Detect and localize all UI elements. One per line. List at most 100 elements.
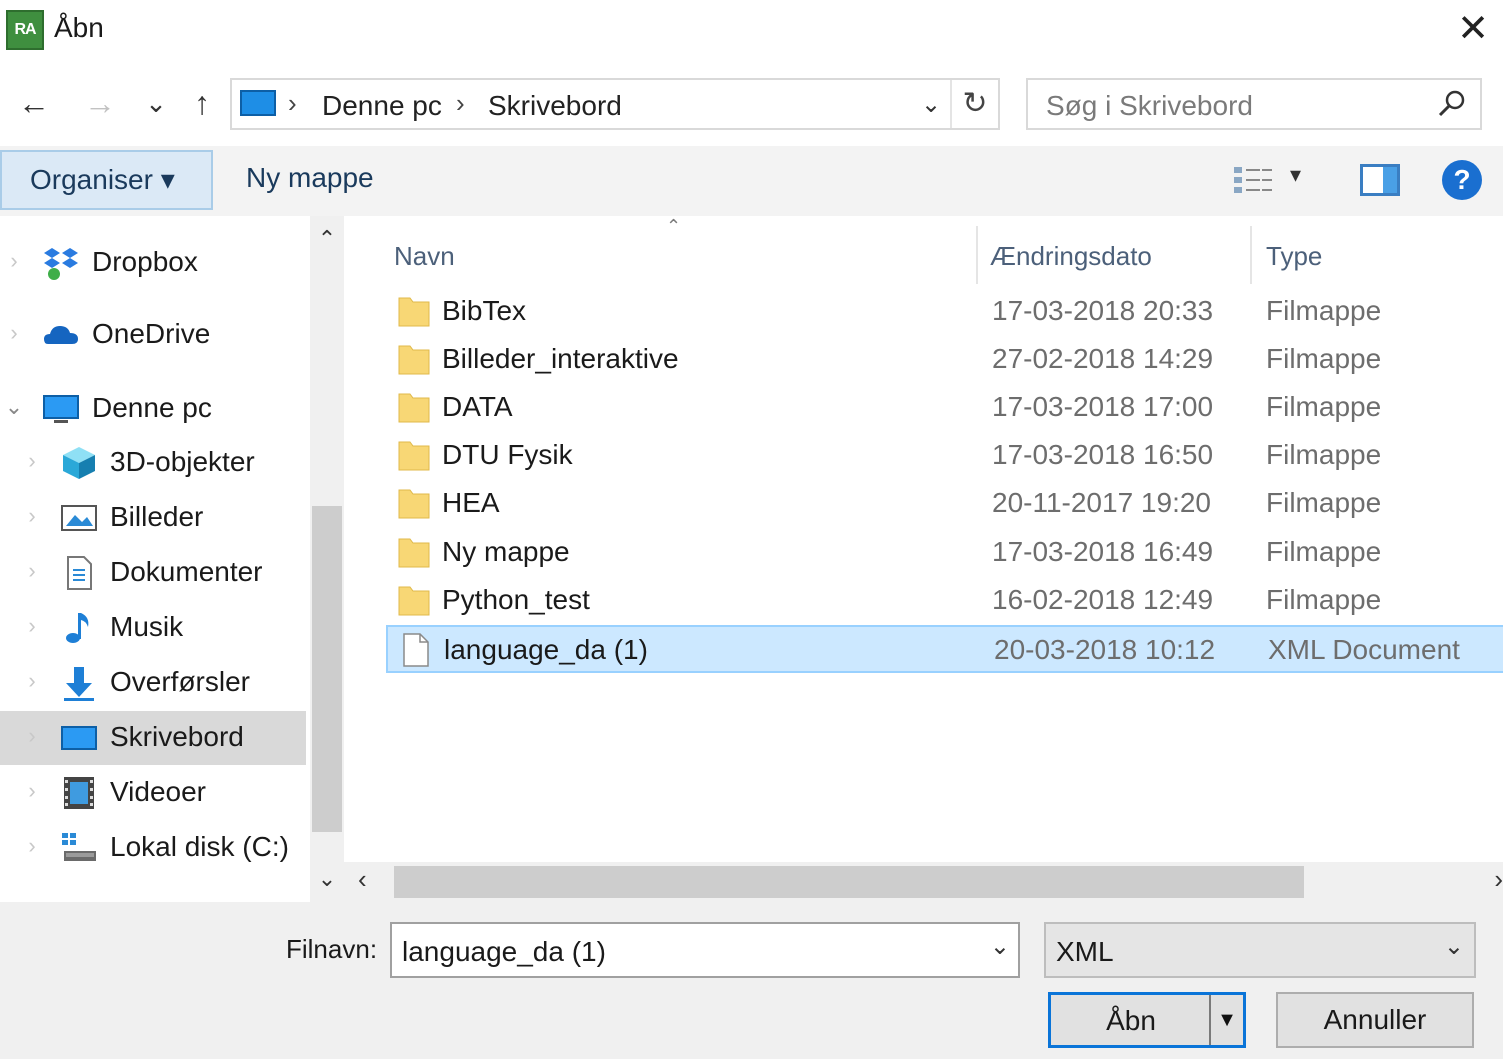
sidebar-item-videos[interactable]: › Videoer xyxy=(0,766,306,820)
new-folder-button[interactable]: Ny mappe xyxy=(246,162,374,194)
dropbox-icon xyxy=(44,248,78,280)
recent-locations-button[interactable]: ⌄ xyxy=(136,80,176,128)
file-type: Filmappe xyxy=(1266,295,1382,326)
close-button[interactable]: ✕ xyxy=(1443,0,1503,60)
sidebar-item-local-disk[interactable]: › Lokal disk (C:) xyxy=(0,821,306,875)
organise-button[interactable]: Organiser ▾ xyxy=(0,150,213,210)
sidebar-item-onedrive[interactable]: › OneDrive xyxy=(0,308,306,362)
file-row-data[interactable]: DATA 17-03-2018 17:00 Filmappe xyxy=(386,384,1503,432)
open-options-dropdown-icon[interactable]: ▼ xyxy=(1209,995,1243,1045)
folder-icon xyxy=(398,393,430,423)
command-bar: Organiser ▾ Ny mappe ▾ ? xyxy=(0,146,1503,216)
file-type: Filmappe xyxy=(1266,536,1382,567)
chevron-right-icon[interactable]: › xyxy=(22,833,42,859)
sidebar-item-label: 3D-objekter xyxy=(110,446,255,477)
file-row-python-test[interactable]: Python_test 16-02-2018 12:49 Filmappe xyxy=(386,577,1503,625)
preview-pane-icon[interactable] xyxy=(1360,164,1400,196)
breadcrumb-separator: › xyxy=(456,88,465,118)
chevron-right-icon[interactable]: › xyxy=(22,558,42,584)
documents-icon xyxy=(67,556,92,590)
chevron-right-icon[interactable]: › xyxy=(22,778,42,804)
folder-icon xyxy=(398,538,430,568)
scrollbar-thumb[interactable] xyxy=(312,506,342,832)
filename-label: Filnavn: xyxy=(286,934,378,964)
sidebar-item-dropbox[interactable]: › Dropbox xyxy=(0,236,306,290)
column-divider[interactable] xyxy=(976,226,978,284)
chevron-right-icon[interactable]: › xyxy=(22,723,42,749)
onedrive-icon xyxy=(44,326,78,344)
sidebar-item-pictures[interactable]: › Billeder xyxy=(0,491,306,545)
sidebar-item-desktop[interactable]: › Skrivebord xyxy=(0,711,306,765)
address-bar[interactable]: › Denne pc › Skrivebord ⌄ ↻ xyxy=(230,78,1000,130)
sidebar-item-label: Videoer xyxy=(110,776,207,807)
file-row-language-da[interactable]: language_da (1) 20-03-2018 10:12 XML Doc… xyxy=(386,625,1503,673)
scrollbar-thumb[interactable] xyxy=(394,866,1304,898)
filetype-select[interactable]: XML ⌄ xyxy=(1044,922,1476,978)
sidebar-item-downloads[interactable]: › Overførsler xyxy=(0,656,306,710)
chevron-right-icon[interactable]: › xyxy=(22,668,42,694)
file-type: Filmappe xyxy=(1266,487,1382,518)
view-dropdown-icon[interactable]: ▾ xyxy=(1290,162,1301,188)
chevron-right-icon[interactable]: › xyxy=(22,503,42,529)
app-icon: RA xyxy=(6,10,44,50)
file-row-ny-mappe[interactable]: Ny mappe 17-03-2018 16:49 Filmappe xyxy=(386,529,1503,577)
forward-button[interactable]: → xyxy=(80,80,120,128)
column-header-type[interactable]: Type xyxy=(1266,228,1322,284)
dialog-footer: Filnavn: language_da (1) ⌄ XML ⌄ Åbn ▼ A… xyxy=(0,902,1503,1059)
sidebar-item-label: Dropbox xyxy=(92,246,198,277)
up-button[interactable]: ↑ xyxy=(182,80,222,128)
videos-icon xyxy=(64,777,94,809)
back-button[interactable]: ← xyxy=(14,80,54,128)
chevron-right-icon[interactable]: › xyxy=(4,248,24,274)
view-options-icon[interactable] xyxy=(1232,164,1276,196)
file-row-dtu-fysik[interactable]: DTU Fysik 17-03-2018 16:50 Filmappe xyxy=(386,432,1503,480)
open-button[interactable]: Åbn ▼ xyxy=(1048,992,1246,1048)
address-dropdown-icon[interactable]: ⌄ xyxy=(914,86,948,124)
scroll-left-icon[interactable]: ‹ xyxy=(358,864,367,895)
breadcrumb-desktop[interactable]: Skrivebord xyxy=(488,90,622,122)
search-input[interactable]: Søg i Skrivebord xyxy=(1026,78,1482,130)
chevron-right-icon[interactable]: › xyxy=(22,613,42,639)
filename-input[interactable]: language_da (1) ⌄ xyxy=(390,922,1020,978)
sidebar-item-music[interactable]: › Musik xyxy=(0,601,306,655)
search-icon[interactable] xyxy=(1434,86,1470,122)
scroll-right-icon[interactable]: › xyxy=(1494,864,1503,895)
open-button-label: Åbn xyxy=(1106,1005,1156,1036)
sidebar-item-3d-objects[interactable]: › 3D-objekter xyxy=(0,436,306,490)
refresh-button[interactable]: ↻ xyxy=(950,80,998,128)
help-icon[interactable]: ? xyxy=(1442,160,1482,200)
sidebar-item-label: Denne pc xyxy=(92,392,212,423)
computer-icon xyxy=(240,90,276,116)
column-divider[interactable] xyxy=(1250,226,1252,284)
chevron-down-icon[interactable]: ⌄ xyxy=(1444,932,1464,961)
sidebar-item-label: Dokumenter xyxy=(110,556,263,587)
file-list-horizontal-scrollbar[interactable]: ‹ › xyxy=(344,862,1503,902)
file-row-bibtex[interactable]: BibTex 17-03-2018 20:33 Filmappe xyxy=(386,288,1503,336)
file-name: HEA xyxy=(442,487,500,518)
file-type: XML Document xyxy=(1268,634,1460,665)
file-date: 20-11-2017 19:20 xyxy=(992,487,1211,518)
column-header-name[interactable]: Navn xyxy=(394,228,455,284)
cancel-button[interactable]: Annuller xyxy=(1276,992,1474,1048)
sidebar-item-label: Skrivebord xyxy=(110,721,244,752)
scroll-up-icon[interactable]: ⌃ xyxy=(310,222,344,256)
chevron-right-icon[interactable]: › xyxy=(4,320,24,346)
chevron-down-icon[interactable]: ⌄ xyxy=(4,394,24,420)
file-list: ⌃ Navn Ændringsdato Type BibTex 17-03-20… xyxy=(344,216,1503,902)
chevron-right-icon[interactable]: › xyxy=(22,448,42,474)
file-date: 17-03-2018 20:33 xyxy=(992,295,1214,326)
file-name: Billeder_interaktive xyxy=(442,343,679,374)
breadcrumb-this-pc[interactable]: Denne pc xyxy=(322,90,442,122)
file-row-billeder-interaktive[interactable]: Billeder_interaktive 27-02-2018 14:29 Fi… xyxy=(386,336,1503,384)
sidebar-item-this-pc[interactable]: ⌄ Denne pc xyxy=(0,382,306,436)
sidebar-scrollbar[interactable]: ⌃ ⌄ xyxy=(310,216,344,902)
sidebar-item-documents[interactable]: › Dokumenter xyxy=(0,546,306,600)
3d-objects-icon xyxy=(63,447,95,479)
file-row-hea[interactable]: HEA 20-11-2017 19:20 Filmappe xyxy=(386,480,1503,528)
sidebar-item-label: Overførsler xyxy=(110,666,250,697)
file-date: 17-03-2018 16:49 xyxy=(992,536,1214,567)
column-header-date[interactable]: Ændringsdato xyxy=(990,228,1152,284)
scroll-down-icon[interactable]: ⌄ xyxy=(310,862,344,896)
chevron-down-icon[interactable]: ⌄ xyxy=(990,932,1010,961)
navigation-pane: › Dropbox › OneDrive ⌄ Denne pc › 3D-obj… xyxy=(0,216,310,902)
